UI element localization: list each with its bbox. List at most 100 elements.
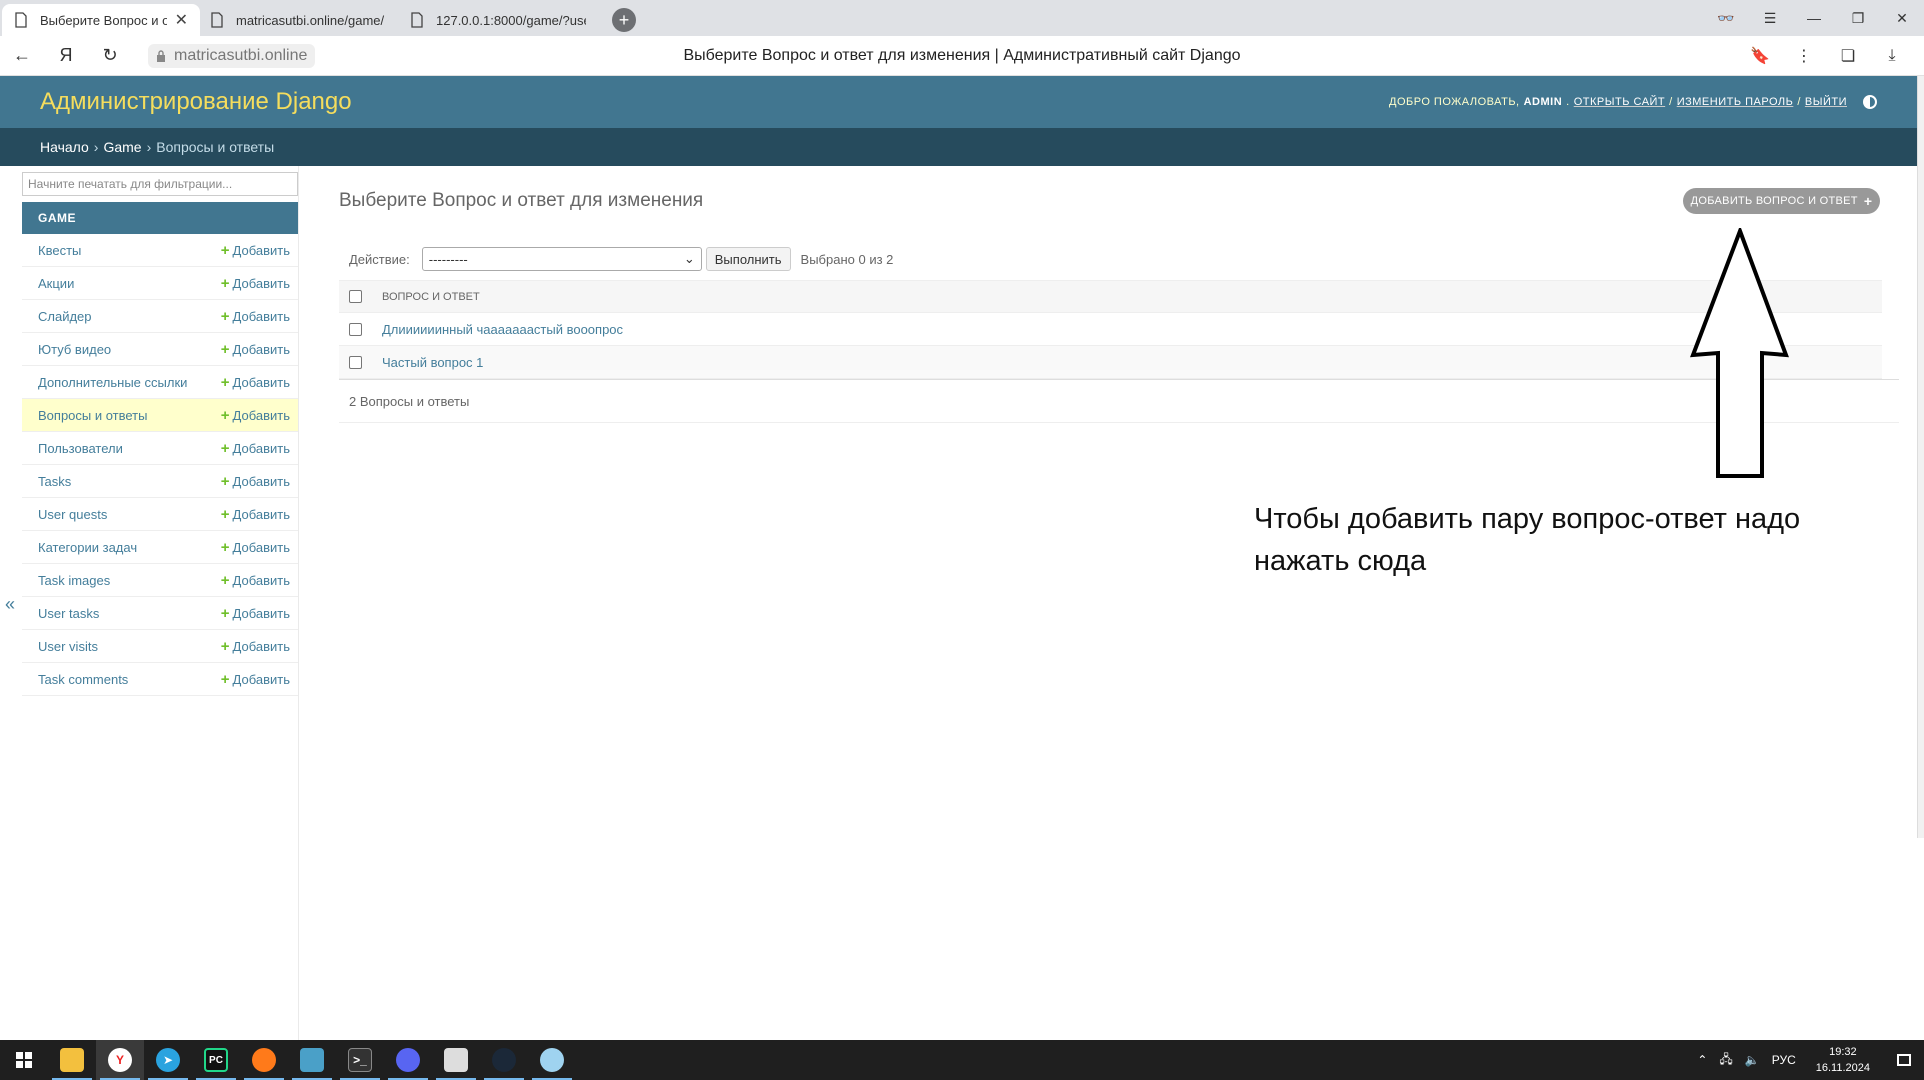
add-label: Добавить (232, 374, 290, 390)
url-domain-pill[interactable]: matricasutbi.online (148, 43, 316, 68)
terminal-icon[interactable]: >_ (336, 1040, 384, 1080)
more-vertical-icon[interactable]: ⋮ (1782, 46, 1826, 66)
sidebar-item-label[interactable]: Tasks (38, 474, 71, 489)
sidebar-add-link[interactable]: + Добавить (221, 605, 290, 622)
sidebar-item: Акции + Добавить (22, 267, 298, 300)
sidebar-add-link[interactable]: + Добавить (221, 374, 290, 391)
sidebar-add-link[interactable]: + Добавить (221, 539, 290, 556)
app-caption-game[interactable]: Game (22, 202, 298, 234)
sidebar-item-label[interactable]: Дополнительные ссылки (38, 375, 187, 390)
download-icon[interactable]: ⤓ (1870, 47, 1914, 65)
start-button[interactable] (0, 1040, 48, 1080)
row-link[interactable]: Частый вопрос 1 (382, 355, 483, 370)
sidebar-add-link[interactable]: + Добавить (221, 572, 290, 589)
menu-icon[interactable]: ☰ (1748, 10, 1792, 27)
lock-app-icon[interactable] (288, 1040, 336, 1080)
breadcrumb-app[interactable]: Game (103, 139, 141, 155)
windows-logo-icon (16, 1052, 32, 1068)
logout-link[interactable]: Выйти (1805, 96, 1847, 108)
row-checkbox[interactable] (349, 355, 362, 369)
minimize-icon[interactable]: — (1792, 10, 1836, 26)
breadcrumb-current: Вопросы и ответы (156, 139, 275, 155)
sidebar-add-link[interactable]: + Добавить (221, 242, 290, 259)
file-explorer-icon[interactable] (48, 1040, 96, 1080)
browser-tab-active[interactable]: Выберите Вопрос и от ✕ (2, 4, 200, 36)
page-title: Выберите Вопрос и ответ для изменения (339, 190, 704, 211)
sidebar-add-link[interactable]: + Добавить (221, 506, 290, 523)
add-label: Добавить (232, 407, 290, 423)
bookmark-icon[interactable]: 🔖 (1738, 46, 1782, 66)
browser-tab[interactable]: matricasutbi.online/game/ (198, 4, 398, 36)
yandex-browser-icon[interactable]: Y (96, 1040, 144, 1080)
sidebar-add-link[interactable]: + Добавить (221, 638, 290, 655)
row-checkbox[interactable] (349, 322, 362, 336)
pycharm-icon[interactable]: PC (192, 1040, 240, 1080)
network-icon[interactable]: 🖧 (1719, 1050, 1732, 1071)
discord-icon[interactable] (384, 1040, 432, 1080)
close-tab-icon[interactable]: ✕ (175, 10, 188, 30)
sidebar-add-link[interactable]: + Добавить (221, 671, 290, 688)
sidebar-item-label[interactable]: User tasks (38, 606, 99, 621)
paint-icon[interactable] (528, 1040, 576, 1080)
sidebar-item-label[interactable]: Вопросы и ответы (38, 408, 147, 423)
sidebar-add-link[interactable]: + Добавить (221, 308, 290, 325)
close-window-icon[interactable]: ✕ (1880, 10, 1924, 27)
restore-icon[interactable]: ❐ (1836, 10, 1880, 27)
firefox-icon[interactable] (240, 1040, 288, 1080)
sidebar-item-label[interactable]: Task images (38, 573, 110, 588)
incognito-glasses-icon[interactable]: 👓 (1704, 10, 1748, 27)
sidebar-item-label[interactable]: Квесты (38, 243, 81, 258)
collapse-sidebar-icon[interactable]: « (5, 594, 15, 615)
action-label: Действие: (349, 251, 410, 267)
sidebar-item-label[interactable]: Ютуб видео (38, 342, 111, 357)
telegram-icon[interactable]: ➤ (144, 1040, 192, 1080)
sidebar-item-label[interactable]: Акции (38, 276, 74, 291)
sidebar-item-label[interactable]: Категории задач (38, 540, 137, 555)
site-branding[interactable]: Администрирование Django (40, 88, 352, 116)
yandex-logo-icon[interactable]: Я (44, 45, 88, 66)
row-link[interactable]: Длиииииинный чааааааастый вооопрос (382, 322, 623, 337)
sidebar-add-link[interactable]: + Добавить (221, 473, 290, 490)
username: admin (1523, 96, 1563, 108)
theme-toggle-icon[interactable] (1863, 95, 1877, 109)
browser-tab[interactable]: 127.0.0.1:8000/game/?use (398, 4, 598, 36)
sidebar-item-label[interactable]: Пользователи (38, 441, 123, 456)
chevron-down-icon: ⌄ (683, 251, 695, 266)
chevron-up-icon[interactable]: ⌃ (1697, 1053, 1707, 1067)
sidebar-item-label[interactable]: Task comments (38, 672, 128, 687)
notification-icon[interactable] (1884, 1040, 1924, 1080)
lock-icon (157, 49, 165, 62)
sidebar-add-link[interactable]: + Добавить (221, 341, 290, 358)
column-header-question[interactable]: Вопрос и ответ (382, 291, 480, 303)
language-indicator[interactable]: РУС (1772, 1053, 1796, 1067)
action-select[interactable]: --------- ⌄ (421, 247, 702, 271)
sidebar-item: Категории задач + Добавить (22, 531, 298, 564)
add-label: Добавить (232, 671, 290, 687)
page-scrollbar[interactable] (1917, 76, 1924, 838)
collections-icon[interactable]: ❏ (1826, 46, 1870, 66)
sidebar-item-label[interactable]: Слайдер (38, 309, 92, 324)
plus-icon: + (220, 604, 230, 622)
result-list: Вопрос и ответ Длиииииинный чааааааастый… (339, 280, 1899, 423)
sidebar-add-link[interactable]: + Добавить (221, 440, 290, 457)
reload-icon[interactable]: ↻ (88, 45, 132, 66)
clock-time: 19:32 (1829, 1046, 1857, 1058)
view-site-link[interactable]: Открыть сайт (1574, 96, 1665, 108)
window-app-icon[interactable] (432, 1040, 480, 1080)
new-tab-button[interactable]: + (612, 8, 636, 32)
breadcrumb-home[interactable]: Начало (40, 139, 89, 155)
sidebar-item-label[interactable]: User quests (38, 507, 107, 522)
sidebar-filter-input[interactable]: Начните печатать для фильтрации... (22, 172, 298, 196)
volume-icon[interactable]: 🔈 (1745, 1053, 1760, 1067)
sidebar-add-link[interactable]: + Добавить (221, 275, 290, 292)
sidebar-add-link[interactable]: + Добавить (221, 407, 290, 424)
clock[interactable]: 19:32 16.11.2024 (1816, 1044, 1870, 1076)
steam-icon[interactable] (480, 1040, 528, 1080)
sidebar-item-label[interactable]: User visits (38, 639, 98, 654)
run-action-button[interactable]: Выполнить (705, 247, 791, 271)
browser-tab-strip: Выберите Вопрос и от ✕ matricasutbi.onli… (0, 0, 1924, 36)
add-question-answer-button[interactable]: Добавить Вопрос и ответ + (1683, 188, 1880, 214)
select-all-checkbox[interactable] (349, 290, 362, 303)
change-password-link[interactable]: Изменить пароль (1677, 96, 1794, 108)
back-arrow-icon[interactable]: ← (0, 45, 44, 66)
